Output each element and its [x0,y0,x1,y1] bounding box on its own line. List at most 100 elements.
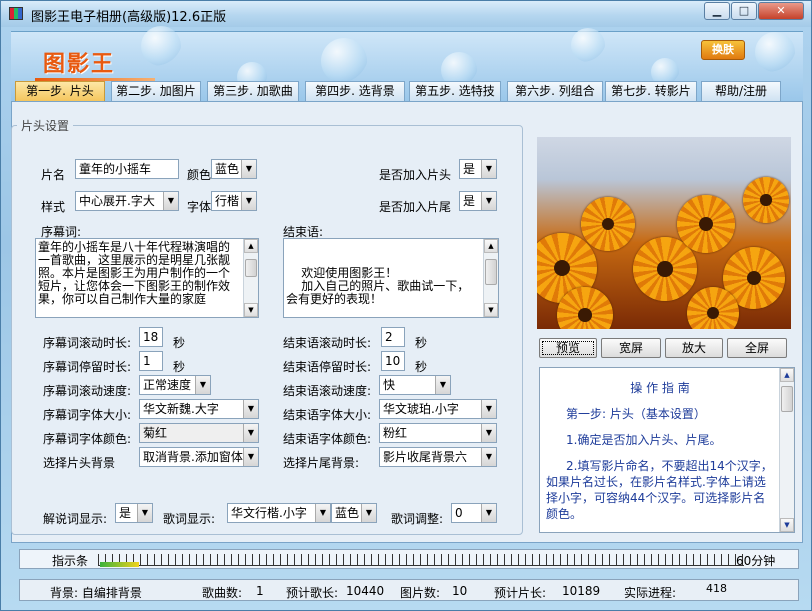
ending-text: 欢迎使用图影王！ 加入自己的照片、歌曲试一下，会有更好的表现！ [286,266,470,306]
widescreen-button[interactable]: 宽屏 [601,338,661,358]
add-tail-label: 是否加入片尾 [379,200,452,214]
tail-bg-label: 选择片尾背景: [283,456,360,470]
scroll-thumb[interactable] [245,259,257,277]
add-head-select[interactable]: 是 ▼ [459,159,497,179]
scroll-down-icon[interactable]: ▼ [780,518,794,532]
status-progress-value: 418 [706,582,727,595]
flower-decoration [677,195,735,253]
lyrics-adjust-select[interactable]: 0 ▼ [451,503,497,523]
preface-fontsize-select[interactable]: 华文新魏.大字 ▼ [139,399,259,419]
chevron-down-icon: ▼ [481,192,496,210]
lyrics-adjust-label: 歌词调整: [391,512,444,526]
tab-step6[interactable]: 第六步. 列组合 [507,81,603,101]
seconds-label: 秒 [415,336,428,350]
name-color-select[interactable]: 蓝色 ▼ [211,159,257,179]
subtitle-select[interactable]: 是 ▼ [115,503,153,523]
chevron-down-icon: ▼ [481,504,496,522]
status-pics-value: 10 [452,584,468,598]
add-tail-select[interactable]: 是 ▼ [459,191,497,211]
fullscreen-button[interactable]: 全屏 [727,338,787,358]
minimize-button[interactable]: ▁ [704,2,730,20]
scroll-down-icon[interactable]: ▼ [484,303,498,317]
tab-step4[interactable]: 第四步. 选背景 [305,81,405,101]
ending-fontcolor-select[interactable]: 粉红 ▼ [379,423,497,443]
app-logo: 图影王 [43,51,116,77]
chevron-down-icon: ▼ [481,160,496,178]
scroll-thumb[interactable] [485,259,497,285]
lyrics-color-select[interactable]: 蓝色 ▼ [331,503,377,523]
ending-speed-select[interactable]: 快 ▼ [379,375,451,395]
preview-button[interactable]: 预览 [539,338,597,358]
ending-fontsize-select[interactable]: 华文琥珀.小字 ▼ [379,399,497,419]
tail-bg-select[interactable]: 影片收尾背景六 ▼ [379,447,497,467]
maximize-button[interactable]: □ [731,2,757,20]
scrollbar[interactable]: ▲ ▼ [243,239,258,317]
film-name-input[interactable]: 童年的小摇车 [75,159,179,179]
preface-fontcolor-select[interactable]: 菊红 ▼ [139,423,259,443]
guide-paragraph: 2.填写影片命名，不要超出14个汉字，如果片名过长，在影片名样式.字体上请选择小… [546,459,773,521]
tab-step3[interactable]: 第三步. 加歌曲 [207,81,299,101]
ending-textarea[interactable]: 欢迎使用图影王！ 加入自己的照片、歌曲试一下，会有更好的表现！ ▲ ▼ [283,238,499,318]
flower-decoration [557,287,613,329]
bubble-decoration [755,32,795,72]
font-label: 字体 [187,200,212,214]
chevron-down-icon: ▼ [243,424,258,442]
change-skin-button[interactable]: 换肤 [701,40,745,60]
chevron-down-icon: ▼ [243,400,258,418]
tab-step1[interactable]: 第一步. 片头 [15,81,105,102]
tab-step7[interactable]: 第七步. 转影片 [605,81,697,101]
preface-speed-label: 序幕词滚动速度: [43,384,132,398]
chevron-down-icon: ▼ [315,504,330,522]
guide-paragraph: 1.确定是否加入片头、片尾。 [566,433,722,447]
ending-scroll-input[interactable]: 2 [381,327,405,347]
tab-help[interactable]: 帮助/注册 [701,81,781,101]
flower-decoration [581,197,635,251]
close-button[interactable]: ✕ [758,2,804,20]
ending-stay-input[interactable]: 10 [381,351,405,371]
scroll-down-icon[interactable]: ▼ [244,303,258,317]
preface-fontsize-label: 序幕词字体大小: [43,408,132,422]
time-ruler[interactable] [98,554,744,566]
tab-step2[interactable]: 第二步. 加图片 [111,81,201,101]
seconds-label: 秒 [173,360,186,374]
lyrics-label: 歌词显示: [163,512,216,526]
scroll-up-icon[interactable]: ▲ [484,239,498,253]
preface-stay-label: 序幕词停留时长: [43,360,132,374]
zoom-button[interactable]: 放大 [665,338,723,358]
guide-title: 操 作 指 南 [630,381,690,395]
preface-textarea[interactable]: 童年的小摇车是八十年代程琳演唱的一首歌曲，这里展示的是明星几张靓照。本片是图影王… [35,238,259,318]
app-window: 图影王电子相册(高级版)12.6正版 ▁ □ ✕ 图影王 换肤 第一步. 片头 … [0,0,812,611]
head-bg-select[interactable]: 取消背景.添加窗体 ▼ [139,447,259,467]
scroll-up-icon[interactable]: ▲ [780,368,794,382]
progress-fill [100,562,139,567]
status-progress-label: 实际进程: [624,586,677,600]
status-film-len-label: 预计片长: [494,586,547,600]
chevron-down-icon: ▼ [481,424,496,442]
chevron-down-icon: ▼ [241,192,256,210]
status-pics-label: 图片数: [400,586,441,600]
preface-scroll-label: 序幕词滚动时长: [43,336,132,350]
seconds-label: 秒 [415,360,428,374]
tab-step5[interactable]: 第五步. 选特技 [409,81,501,101]
status-songs-value: 1 [256,584,264,598]
status-bar: 背景: 自编排背景 歌曲数: 1 预计歌长: 10440 图片数: 10 预计片… [19,579,799,601]
style-select[interactable]: 中心展开.字大 ▼ [75,191,179,211]
preface-text: 童年的小摇车是八十年代程琳演唱的一首歌曲，这里展示的是明星几张靓照。本片是图影王… [38,240,231,306]
operation-guide[interactable]: 操 作 指 南 第一步: 片头（基本设置） 1.确定是否加入片头、片尾。 2.填… [539,367,795,533]
preface-stay-input[interactable]: 1 [139,351,163,371]
app-icon [9,7,23,20]
preface-scroll-input[interactable]: 18 [139,327,163,347]
seconds-label: 秒 [173,336,186,350]
window-title: 图影王电子相册(高级版)12.6正版 [31,10,227,25]
indicator-label: 指示条 [52,554,89,568]
lyrics-font-select[interactable]: 华文行楷.小字 ▼ [227,503,331,523]
scroll-up-icon[interactable]: ▲ [244,239,258,253]
style-label: 样式 [41,200,66,214]
group-title: 片头设置 [17,117,74,134]
scrollbar[interactable]: ▲ ▼ [779,368,794,532]
scrollbar[interactable]: ▲ ▼ [483,239,498,317]
subtitle-label: 解说词显示: [43,512,108,526]
preface-speed-select[interactable]: 正常速度 ▼ [139,375,211,395]
font-select[interactable]: 行楷 ▼ [211,191,257,211]
scroll-thumb[interactable] [781,386,793,412]
